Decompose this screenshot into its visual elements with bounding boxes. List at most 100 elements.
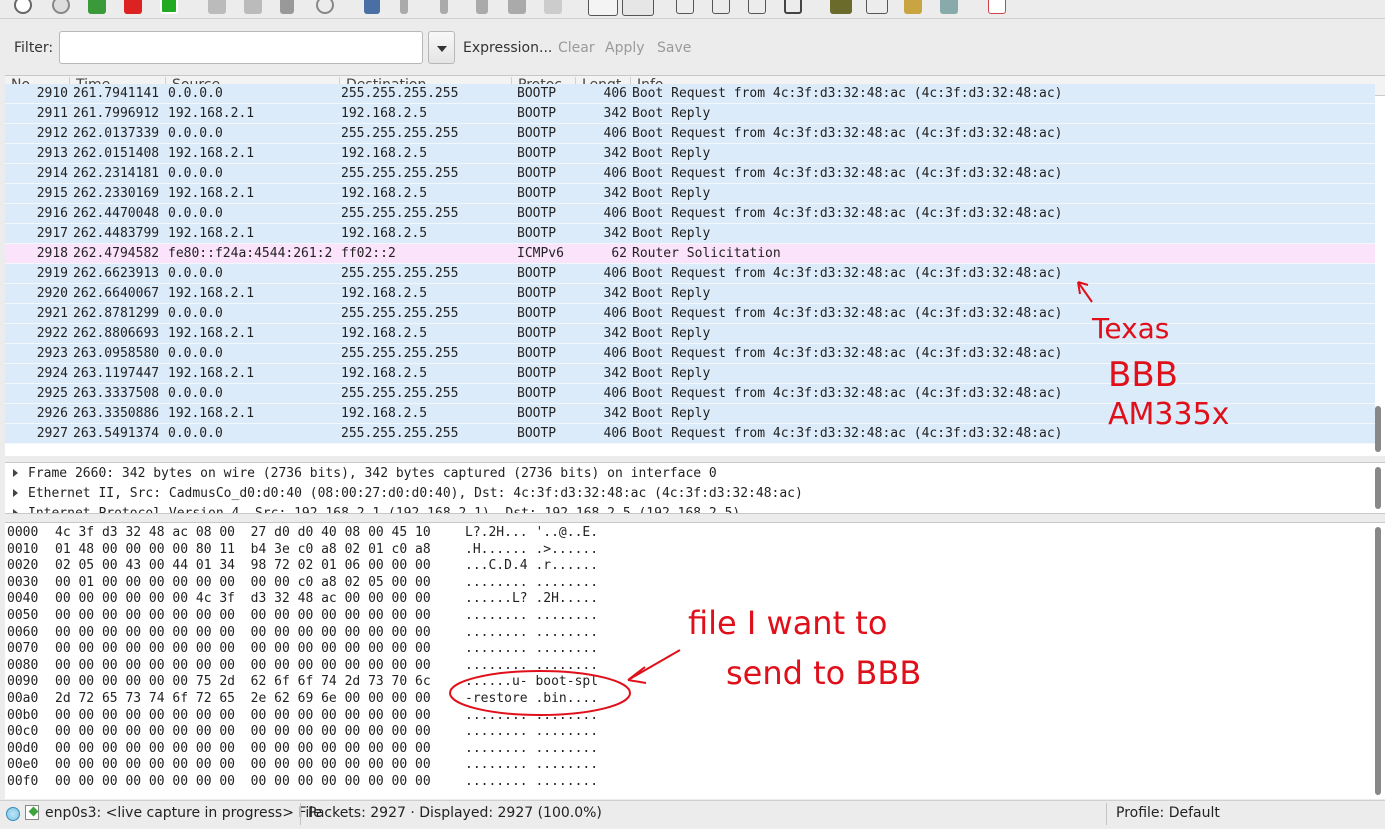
expand-arrow-icon[interactable] — [13, 489, 18, 497]
packet-cell-no: 2910 — [36, 86, 68, 101]
save-file-icon[interactable] — [244, 0, 262, 14]
status-interface: enp0s3: <live capture in progress> File — [45, 805, 322, 821]
close-file-icon[interactable] — [280, 0, 294, 14]
reload-icon[interactable] — [316, 0, 334, 14]
byte-hex: 01 48 00 00 00 00 80 11 b4 3e c0 a8 02 0… — [55, 541, 431, 557]
apply-button[interactable]: Apply — [605, 40, 645, 56]
packet-cell-info: Boot Reply — [632, 366, 711, 381]
filter-dropdown-button[interactable] — [428, 31, 455, 64]
open-file-icon[interactable] — [208, 0, 226, 14]
packet-cell-no: 2913 — [36, 146, 68, 161]
packet-list-scrollbar[interactable] — [1375, 406, 1381, 452]
zoom-in-icon[interactable] — [676, 0, 694, 14]
packet-row[interactable]: 2918 262.4794582 fe80::f24a:4544:261:2 ff02… — [5, 244, 1375, 264]
last-packet-icon[interactable] — [544, 0, 562, 14]
normal-size-icon[interactable] — [748, 0, 766, 14]
detail-text: Frame 2660: 342 bytes on wire (2736 bits… — [28, 466, 717, 481]
packet-cell-src: 0.0.0.0 — [168, 386, 223, 401]
packet-bytes-pane[interactable]: 0000 4c 3f d3 32 48 ac 08 00 27 d0 d0 40 … — [5, 522, 1385, 799]
detail-row-ethernet[interactable]: Ethernet II, Src: CadmusCo_d0:d0:40 (08:… — [5, 484, 1365, 504]
packet-cell-src: 192.168.2.1 — [168, 366, 255, 381]
packet-cell-time: 262.8806693 — [73, 326, 160, 341]
find-icon[interactable] — [364, 0, 380, 14]
byte-off: 00d0 — [7, 740, 39, 756]
preferences-icon[interactable] — [940, 0, 958, 14]
packet-row[interactable]: 2917 262.4483799 192.168.2.1 192.168.2.5 BOO… — [5, 224, 1375, 244]
expand-arrow-icon[interactable] — [13, 509, 18, 513]
colorize-icon[interactable] — [588, 0, 618, 16]
packet-row[interactable]: 2913 262.0151408 192.168.2.1 192.168.2.5 BOO… — [5, 144, 1375, 164]
byte-hex: 00 00 00 00 00 00 00 00 00 00 00 00 00 0… — [55, 740, 431, 756]
expand-arrow-icon[interactable] — [13, 469, 18, 477]
packet-row[interactable]: 2912 262.0137339 0.0.0.0 255.255.255.255 BOO… — [5, 124, 1375, 144]
capture-comment-icon[interactable] — [25, 805, 39, 820]
packet-cell-len: 342 — [603, 406, 627, 421]
packet-row[interactable]: 2921 262.8781299 0.0.0.0 255.255.255.255 BOO… — [5, 304, 1375, 324]
packet-row[interactable]: 2914 262.2314181 0.0.0.0 255.255.255.255 BOO… — [5, 164, 1375, 184]
packet-cell-info: Boot Request from 4c:3f:d3:32:48:ac (4c:… — [632, 346, 1063, 361]
help-icon[interactable] — [988, 0, 1006, 14]
packet-cell-len: 342 — [603, 286, 627, 301]
packet-cell-time: 262.4470048 — [73, 206, 160, 221]
first-packet-icon[interactable] — [508, 0, 526, 14]
packet-cell-no: 2924 — [36, 366, 68, 381]
expert-info-icon[interactable] — [6, 807, 20, 821]
byte-off: 0040 — [7, 591, 39, 607]
packet-row[interactable]: 2910 261.7941141 0.0.0.0 255.255.255.255 BOO… — [5, 84, 1375, 104]
zoom-out-icon[interactable] — [712, 0, 730, 14]
save-button[interactable]: Save — [657, 40, 691, 56]
byte-ascii: ...C.D.4 .r...... — [465, 558, 599, 574]
packet-row[interactable]: 2926 263.3350886 192.168.2.1 192.168.2.5 BOO… — [5, 404, 1375, 424]
status-profile[interactable]: Profile: Default — [1116, 805, 1220, 821]
detail-scrollbar[interactable] — [1375, 467, 1381, 509]
byte-off: 0070 — [7, 641, 39, 657]
packet-row[interactable]: 2922 262.8806693 192.168.2.1 192.168.2.5 BOO… — [5, 324, 1375, 344]
packet-row[interactable]: 2927 263.5491374 0.0.0.0 255.255.255.255 BOO… — [5, 424, 1375, 444]
display-filters-icon[interactable] — [866, 0, 888, 14]
interface-list-icon[interactable] — [14, 0, 32, 14]
go-forward-icon[interactable] — [440, 0, 448, 14]
packet-row[interactable]: 2924 263.1197447 192.168.2.1 192.168.2.5 BOO… — [5, 364, 1375, 384]
byte-off: 00e0 — [7, 757, 39, 773]
packet-cell-info: Boot Reply — [632, 106, 711, 121]
packet-row[interactable]: 2925 263.3337508 0.0.0.0 255.255.255.255 BOO… — [5, 384, 1375, 404]
packet-row[interactable]: 2923 263.0958580 0.0.0.0 255.255.255.255 BOO… — [5, 344, 1375, 364]
filter-input[interactable] — [59, 31, 423, 64]
packet-cell-no: 2921 — [36, 306, 68, 321]
packet-row[interactable]: 2916 262.4470048 0.0.0.0 255.255.255.255 BOO… — [5, 204, 1375, 224]
detail-row-frame[interactable]: Frame 2660: 342 bytes on wire (2736 bits… — [5, 464, 1365, 484]
resize-columns-icon[interactable] — [784, 0, 802, 14]
packet-cell-proto: BOOTP — [517, 426, 557, 441]
packet-cell-no: 2926 — [36, 406, 68, 421]
packet-detail-pane[interactable]: Frame 2660: 342 bytes on wire (2736 bits… — [5, 462, 1385, 514]
packet-cell-time: 263.5491374 — [73, 426, 160, 441]
start-capture-icon[interactable] — [88, 0, 106, 14]
go-back-icon[interactable] — [400, 0, 408, 14]
packet-row[interactable]: 2919 262.6623913 0.0.0.0 255.255.255.255 BOO… — [5, 264, 1375, 284]
packet-cell-no: 2911 — [36, 106, 68, 121]
expression-button[interactable]: Expression... — [463, 40, 552, 56]
packet-cell-len: 406 — [603, 166, 627, 181]
go-to-packet-icon[interactable] — [476, 0, 488, 14]
packet-list[interactable]: No. Time Source Destination Protoc Lengt… — [5, 75, 1385, 456]
stop-capture-icon[interactable] — [124, 0, 142, 14]
packet-cell-dst: 192.168.2.5 — [341, 406, 428, 421]
capture-options-icon[interactable] — [52, 0, 70, 14]
packet-row[interactable]: 2920 262.6640067 192.168.2.1 192.168.2.5 BOO… — [5, 284, 1375, 304]
packet-row[interactable]: 2911 261.7996912 192.168.2.1 192.168.2.5 BOO… — [5, 104, 1375, 124]
byte-hex: 02 05 00 43 00 44 01 34 98 72 02 01 06 0… — [55, 558, 431, 574]
byte-off: 0080 — [7, 657, 39, 673]
capture-filters-icon[interactable] — [830, 0, 852, 14]
bytes-scrollbar[interactable] — [1375, 527, 1381, 795]
clear-button[interactable]: Clear — [558, 40, 595, 56]
byte-hex: 00 00 00 00 00 00 00 00 00 00 00 00 00 0… — [55, 608, 431, 623]
packet-row[interactable]: 2915 262.2330169 192.168.2.1 192.168.2.5 BOO… — [5, 184, 1375, 204]
detail-row-ip[interactable]: Internet Protocol Version 4, Src: 192.16… — [5, 504, 1365, 513]
packet-cell-proto: BOOTP — [517, 406, 557, 421]
restart-capture-icon[interactable] — [160, 0, 178, 14]
coloring-rules-icon[interactable] — [904, 0, 922, 14]
autoscroll-icon[interactable] — [622, 0, 654, 16]
byte-off: 0030 — [7, 574, 39, 590]
packet-cell-time: 261.7996912 — [73, 106, 160, 121]
packet-cell-len: 406 — [603, 426, 627, 441]
